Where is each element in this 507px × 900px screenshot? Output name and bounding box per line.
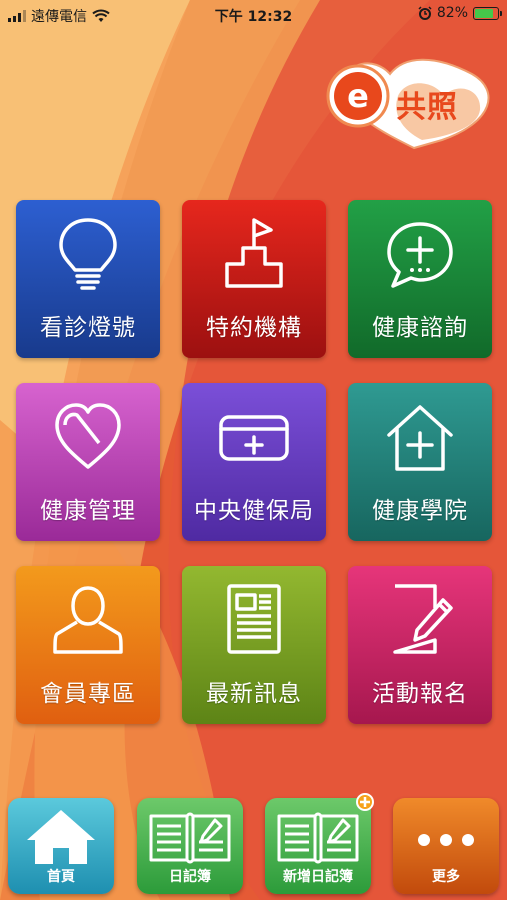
tile-latest-news[interactable]: 最新訊息 xyxy=(182,566,326,724)
nav-more-button[interactable]: 更多 xyxy=(393,798,499,894)
chat-plus-icon xyxy=(348,212,492,294)
alarm-icon xyxy=(418,6,432,20)
nav-label: 日記簿 xyxy=(169,869,211,885)
add-diary-icon xyxy=(265,806,371,866)
tile-label: 特約機構 xyxy=(206,315,302,341)
tile-label: 健康管理 xyxy=(40,498,136,524)
logo-letter: e xyxy=(347,77,369,115)
building-flag-icon xyxy=(182,212,326,294)
nav-add-diary-button[interactable]: 新增日記簿 xyxy=(265,793,374,894)
member-icon xyxy=(16,578,160,660)
nav-label: 首頁 xyxy=(47,869,75,885)
health-card-icon xyxy=(182,395,326,477)
tile-label: 健康學院 xyxy=(372,498,468,524)
tile-health-consult[interactable]: 健康諮詢 xyxy=(348,200,492,358)
plus-badge-icon xyxy=(356,793,374,811)
tile-health-academy[interactable]: 健康學院 xyxy=(348,383,492,541)
battery-icon xyxy=(473,6,502,20)
status-bar: 遠傳電信 下午 12:32 82% xyxy=(0,0,507,30)
tile-contracted-institutions[interactable]: 特約機構 xyxy=(182,200,326,358)
tile-label: 最新訊息 xyxy=(206,681,302,707)
battery-percent: 82% xyxy=(436,5,468,21)
tile-label: 健康諮詢 xyxy=(372,315,468,341)
nav-label: 新增日記簿 xyxy=(283,869,353,885)
app-logo: e 共照 xyxy=(322,52,498,152)
nav-home-button[interactable]: 首頁 xyxy=(8,798,114,894)
house-plus-icon xyxy=(348,395,492,477)
tile-event-signup[interactable]: 活動報名 xyxy=(348,566,492,724)
home-icon xyxy=(8,806,114,866)
more-dots-icon xyxy=(393,806,499,866)
nav-label: 更多 xyxy=(432,869,460,885)
tile-label: 活動報名 xyxy=(372,681,468,707)
signup-edit-icon xyxy=(348,578,492,660)
tile-member-area[interactable]: 會員專區 xyxy=(16,566,160,724)
tile-clinic-queue[interactable]: 看診燈號 xyxy=(16,200,160,358)
tile-nhi-bureau[interactable]: 中央健保局 xyxy=(182,383,326,541)
lightbulb-icon xyxy=(16,212,160,294)
nav-diary-button[interactable]: 日記簿 xyxy=(137,798,243,894)
tile-label: 看診燈號 xyxy=(40,315,136,341)
logo-text: 共照 xyxy=(396,90,458,125)
heart-icon xyxy=(16,395,160,477)
tile-label: 中央健保局 xyxy=(194,498,314,524)
diary-icon xyxy=(137,806,243,866)
news-icon xyxy=(182,578,326,660)
tile-health-management[interactable]: 健康管理 xyxy=(16,383,160,541)
tile-label: 會員專區 xyxy=(40,681,136,707)
